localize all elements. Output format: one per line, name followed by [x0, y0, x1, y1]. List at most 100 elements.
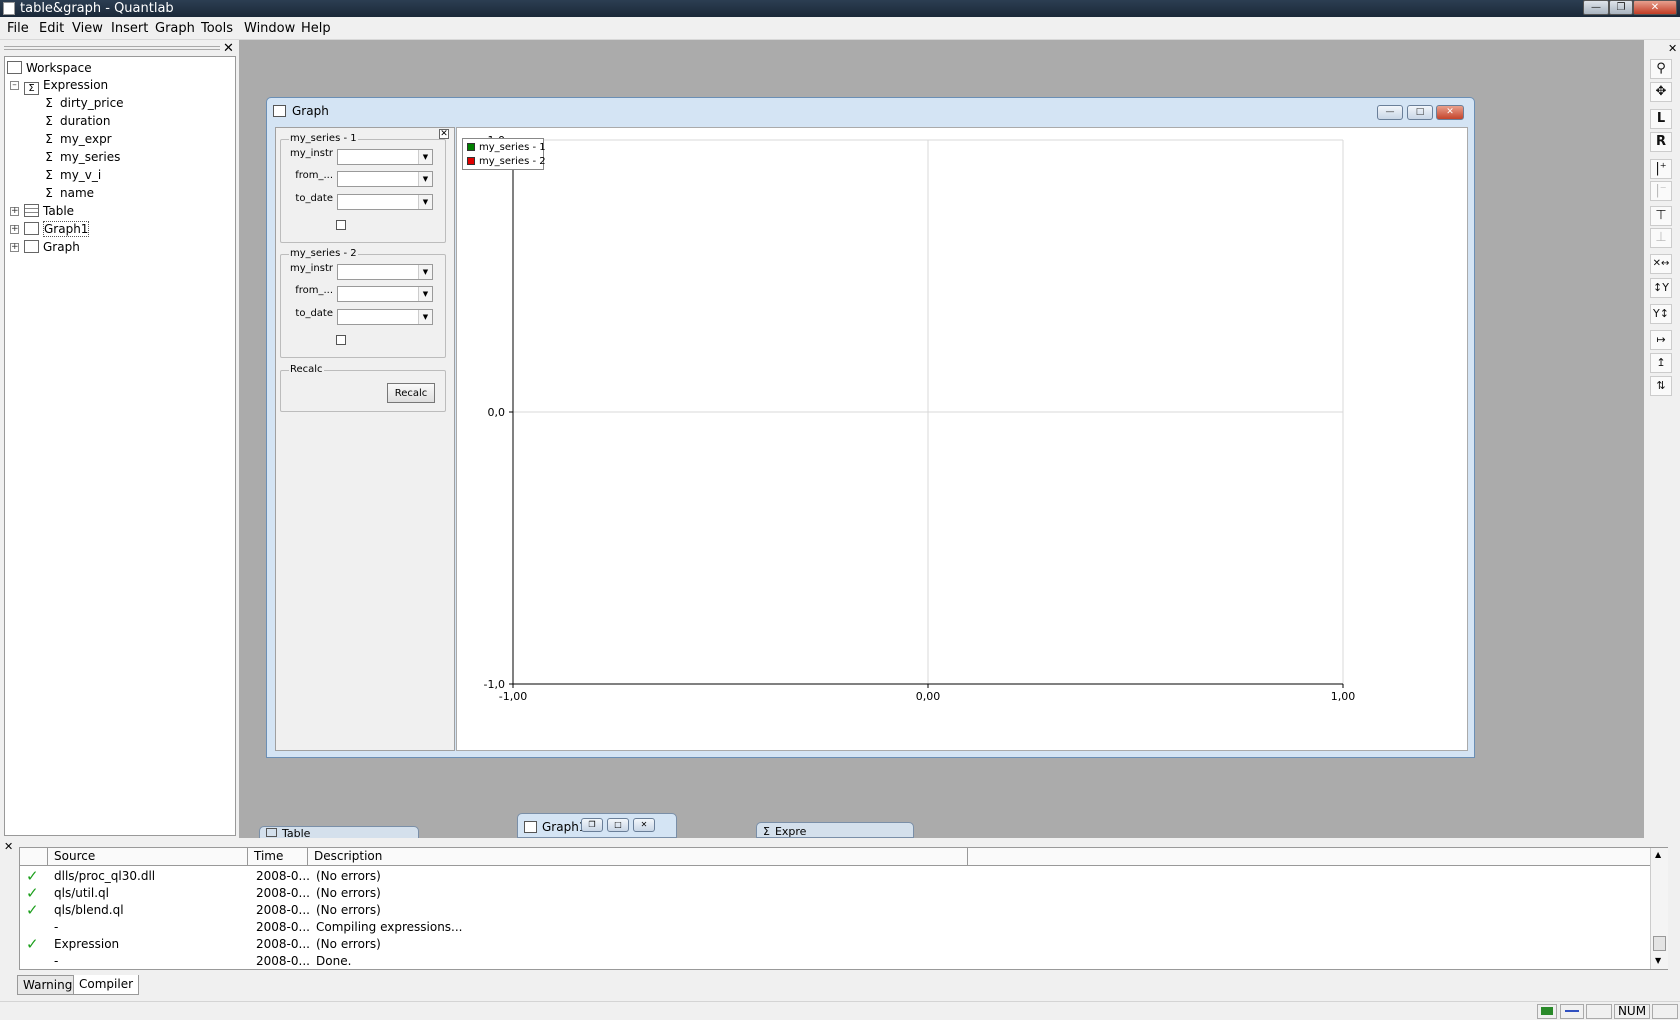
fit-y-icon[interactable]: ↥: [1650, 353, 1672, 373]
row-description: Compiling expressions...: [316, 920, 463, 934]
tree-item-my-v-i[interactable]: Σmy_v_i: [42, 167, 101, 183]
tree-item-graph1[interactable]: Graph1: [24, 221, 90, 237]
sigma-icon: Σ: [45, 96, 53, 110]
table-row[interactable]: ✓ Expression 2008-0... (No errors): [20, 936, 1650, 953]
table-icon: [24, 204, 39, 217]
row-description: (No errors): [316, 869, 381, 883]
scroll-up-icon[interactable]: ▲: [1655, 850, 1661, 859]
menu-window[interactable]: Window: [244, 21, 295, 36]
fit-all-icon[interactable]: ⇅: [1650, 376, 1672, 396]
close-button[interactable]: ✕: [1633, 0, 1677, 15]
fit-x-icon[interactable]: ↦: [1650, 330, 1672, 350]
menu-graph[interactable]: Graph: [155, 21, 195, 36]
tree-label: Graph: [43, 240, 80, 254]
expand-icon[interactable]: +: [10, 243, 19, 252]
plot-area[interactable]: -1,000,001,00-1,00,01,0 my_series - 1 my…: [456, 127, 1468, 751]
to-date-combo[interactable]: ▼: [337, 194, 433, 210]
restore-button[interactable]: ❐: [1609, 0, 1633, 15]
app-icon: [3, 2, 15, 15]
restore-button[interactable]: ❐: [581, 818, 603, 832]
row-time: 2008-0...: [256, 937, 310, 951]
menu-view[interactable]: View: [72, 21, 103, 36]
check-icon: ✓: [26, 901, 39, 919]
menu-file[interactable]: File: [7, 21, 29, 36]
group-label: my_series - 1: [289, 133, 358, 144]
tree-item-my-series[interactable]: Σmy_series: [42, 149, 120, 165]
graph-close-button[interactable]: ✕: [1436, 105, 1464, 120]
tree-item-workspace[interactable]: Workspace: [7, 60, 92, 76]
table-row[interactable]: - 2008-0... Done.: [20, 953, 1650, 970]
x-scale-icon[interactable]: ✕↔: [1650, 254, 1672, 274]
check-icon: ✓: [26, 867, 39, 885]
scroll-thumb[interactable]: [1653, 936, 1666, 951]
column-header-time[interactable]: Time: [248, 848, 308, 866]
marker-left-icon[interactable]: |⁺: [1650, 159, 1672, 179]
check-icon: ✓: [26, 935, 39, 953]
graph-window-title: Graph: [273, 104, 329, 118]
minimize-button[interactable]: —: [1583, 0, 1609, 15]
table-row[interactable]: ✓ dlls/proc_ql30.dll 2008-0... (No error…: [20, 868, 1650, 885]
scroll-down-icon[interactable]: ▼: [1655, 956, 1661, 965]
series-2-checkbox[interactable]: [336, 335, 346, 345]
tree-item-graph[interactable]: Graph: [24, 239, 80, 255]
tree-item-expression[interactable]: Σ Expression: [24, 77, 108, 95]
column-header-description[interactable]: Description: [308, 848, 968, 866]
tree-label: Graph1: [43, 221, 90, 237]
tree-label: dirty_price: [60, 96, 124, 110]
graph-maximize-button[interactable]: □: [1407, 105, 1433, 120]
column-header-source[interactable]: Source: [48, 848, 248, 866]
tree-item-table[interactable]: Table: [24, 203, 74, 219]
table-row[interactable]: ✓ qls/blend.ql 2008-0... (No errors): [20, 902, 1650, 919]
mdi-tab-graph1[interactable]: Graph1 ❐ □ ✕: [517, 813, 677, 838]
to-date-combo[interactable]: ▼: [337, 309, 433, 325]
row-source: qls/blend.ql: [54, 903, 124, 917]
field-label: to_date: [295, 193, 333, 204]
left-axis-icon[interactable]: L: [1650, 109, 1672, 129]
my-instr-combo[interactable]: ▼: [337, 264, 433, 280]
y-tick-label: -1,0: [484, 678, 505, 691]
close-icon[interactable]: ✕: [223, 41, 234, 56]
right-axis-icon[interactable]: R: [1650, 132, 1672, 152]
vertical-scrollbar[interactable]: ▲ ▼: [1650, 848, 1668, 969]
menu-edit[interactable]: Edit: [39, 21, 64, 36]
mdi-tab-expression[interactable]: Σ Expre: [756, 822, 914, 838]
from-combo[interactable]: ▼: [337, 171, 433, 187]
menu-help[interactable]: Help: [301, 21, 331, 36]
column-header-filler: [968, 848, 1650, 866]
row-description: (No errors): [316, 937, 381, 951]
pan-icon[interactable]: ✥: [1650, 82, 1672, 102]
close-button[interactable]: ✕: [633, 818, 655, 832]
sigma-icon: Σ: [763, 825, 770, 838]
tree-item-duration[interactable]: Σduration: [42, 113, 110, 129]
panel-grip[interactable]: [4, 46, 220, 50]
tree-item-my-expr[interactable]: Σmy_expr: [42, 131, 111, 147]
y-scale-right-icon[interactable]: Y↕: [1650, 304, 1672, 324]
legend-label: my_series - 1: [479, 142, 546, 153]
expand-icon[interactable]: +: [10, 225, 19, 234]
graph-minimize-button[interactable]: —: [1377, 105, 1403, 120]
expand-icon[interactable]: +: [10, 207, 19, 216]
legend-item-series-2: my_series - 2: [467, 156, 546, 167]
table-row[interactable]: ✓ qls/util.ql 2008-0... (No errors): [20, 885, 1650, 902]
maximize-button[interactable]: □: [607, 818, 629, 832]
close-icon[interactable]: ✕: [4, 840, 13, 853]
marker-top-icon[interactable]: ⊤: [1650, 206, 1672, 226]
close-icon[interactable]: ✕: [1668, 42, 1677, 55]
tree-item-name[interactable]: Σname: [42, 185, 94, 201]
menu-tools[interactable]: Tools: [201, 21, 233, 36]
close-icon[interactable]: ✕: [439, 129, 449, 139]
zoom-icon[interactable]: ⚲: [1650, 59, 1672, 79]
recalc-button[interactable]: Recalc: [387, 383, 435, 403]
tab-compiler[interactable]: Compiler: [73, 975, 140, 995]
from-combo[interactable]: ▼: [337, 286, 433, 302]
collapse-icon[interactable]: –: [10, 81, 19, 90]
series-1-checkbox[interactable]: [336, 220, 346, 230]
row-time: 2008-0...: [256, 886, 310, 900]
my-instr-combo[interactable]: ▼: [337, 149, 433, 165]
table-row[interactable]: - 2008-0... Compiling expressions...: [20, 919, 1650, 936]
tree-item-dirty-price[interactable]: Σdirty_price: [42, 95, 124, 111]
column-header-status[interactable]: [20, 848, 48, 866]
y-scale-left-icon[interactable]: ↕Y: [1650, 278, 1672, 298]
row-source: Expression: [54, 937, 120, 951]
menu-insert[interactable]: Insert: [111, 21, 148, 36]
